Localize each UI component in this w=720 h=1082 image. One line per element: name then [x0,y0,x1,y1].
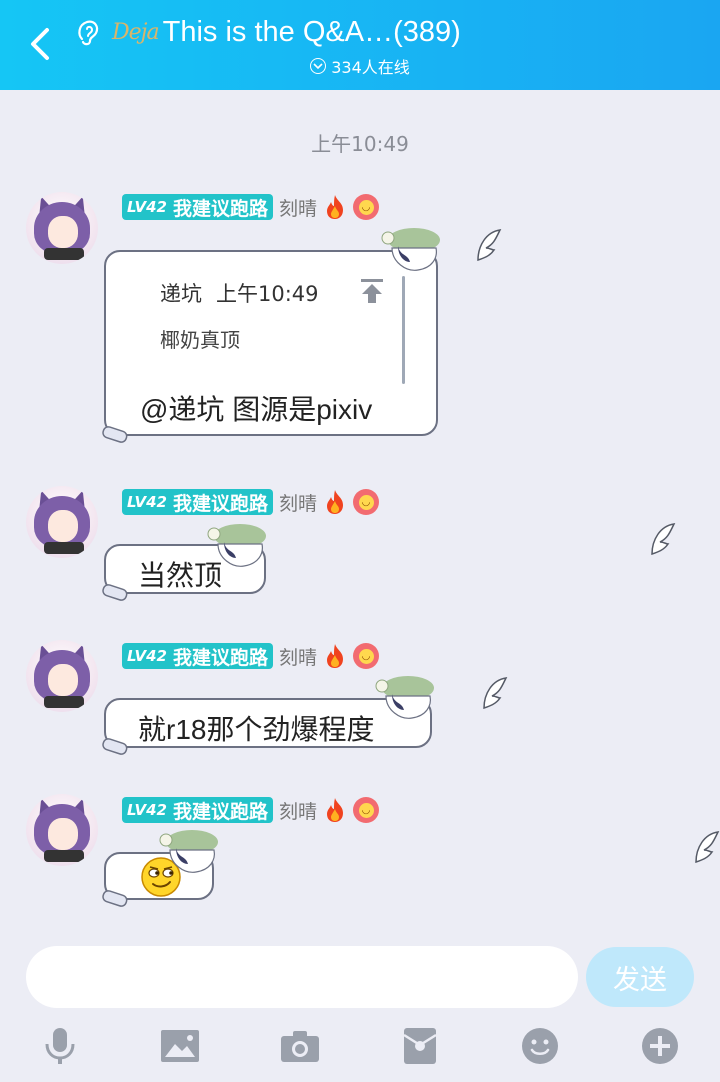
feather-icon [477,229,502,262]
message-input[interactable] [26,946,578,1008]
fire-icon [327,644,344,668]
bubble-tail-decoration [102,584,128,601]
feather-icon [651,523,676,556]
sender-nick[interactable]: 刻晴 [279,489,317,516]
red-packet-icon [403,1028,437,1064]
level-badge: LV42 我建议跑路 [122,194,273,220]
avatar[interactable] [26,640,98,712]
sender-info: LV42 我建议跑路 刻晴 ◡ [122,796,380,824]
more-button[interactable] [640,1026,680,1066]
flower-face-icon: ◡ [353,797,380,823]
bubble-tail-decoration [102,738,128,755]
image-icon [161,1030,199,1062]
image-button[interactable] [160,1026,200,1066]
ear-icon [78,20,99,46]
mascot-decoration-icon [159,830,218,873]
message-item: LV42 我建议跑路 刻晴 ◡ [0,792,720,922]
camera-button[interactable] [280,1026,320,1066]
mascot-decoration-icon [375,676,434,719]
flower-face-icon: ◡ [353,489,380,515]
fire-icon [327,798,344,822]
online-count: 334人在线 [331,58,410,77]
sender-info: LV42 我建议跑路 刻晴 ◡ [122,642,380,670]
voice-button[interactable] [40,1026,80,1066]
group-title: This is the Q&A…(389) [162,15,461,48]
toolbar [0,1026,720,1070]
timestamp: 上午10:49 [311,132,409,156]
sender-nick[interactable]: 刻晴 [279,194,317,221]
flower-face-icon: ◡ [353,643,380,669]
camera-icon [281,1031,319,1062]
send-button[interactable]: 发送 [586,947,694,1007]
online-status[interactable]: 334人在线 [0,54,720,78]
level-badge: LV42 我建议跑路 [122,643,273,669]
fire-icon [327,490,344,514]
red-packet-button[interactable] [400,1026,440,1066]
chat-header: Deja This is the Q&A…(389) 334人在线 [0,0,720,90]
emoji-icon [522,1028,558,1064]
message-text: 就r18那个劲爆程度 [138,714,375,745]
quote-body: 椰奶真顶 [160,328,240,352]
feather-icon [483,677,508,710]
emoji-button[interactable] [520,1026,560,1066]
quote-time: 上午10:49 [216,282,319,306]
plus-icon [642,1028,678,1064]
flower-face-icon: ◡ [353,194,380,220]
deja-logo: Deja [112,19,160,45]
mic-icon [45,1028,75,1064]
quote-header: 递坑 上午10:49 [160,278,319,308]
feather-icon [695,831,720,864]
quote-author: 递坑 [160,282,202,306]
level-badge: LV42 我建议跑路 [122,489,273,515]
message-item: LV42 我建议跑路 刻晴 ◡ 当然顶 [0,484,720,614]
avatar[interactable] [26,794,98,866]
bubble-tail-decoration [102,426,128,443]
input-area: 发送 [0,932,720,1082]
bubble-tail-decoration [102,890,128,907]
quote-bar [402,276,405,384]
mascot-decoration-icon [207,524,266,567]
level-badge: LV42 我建议跑路 [122,797,273,823]
avatar[interactable] [26,486,98,558]
sender-info: LV42 我建议跑路 刻晴 ◡ [122,488,380,516]
avatar[interactable] [26,192,98,264]
sender-info: LV42 我建议跑路 刻晴 ◡ [122,193,380,221]
title-row[interactable]: Deja This is the Q&A…(389) [74,12,461,52]
message-item: LV42 我建议跑路 刻晴 ◡ 就r18那个劲爆程度 [0,638,720,768]
fire-icon [327,195,344,219]
mascot-decoration-icon [381,228,440,271]
sender-nick[interactable]: 刻晴 [279,643,317,670]
message-item: LV42 我建议跑路 刻晴 ◡ 递坑 上午10:49 椰奶真顶 @递坑 图源是p… [0,190,720,470]
chevron-down-circle-icon [310,58,327,74]
sender-nick[interactable]: 刻晴 [279,797,317,824]
message-text: @递坑 图源是pixiv [140,394,373,425]
